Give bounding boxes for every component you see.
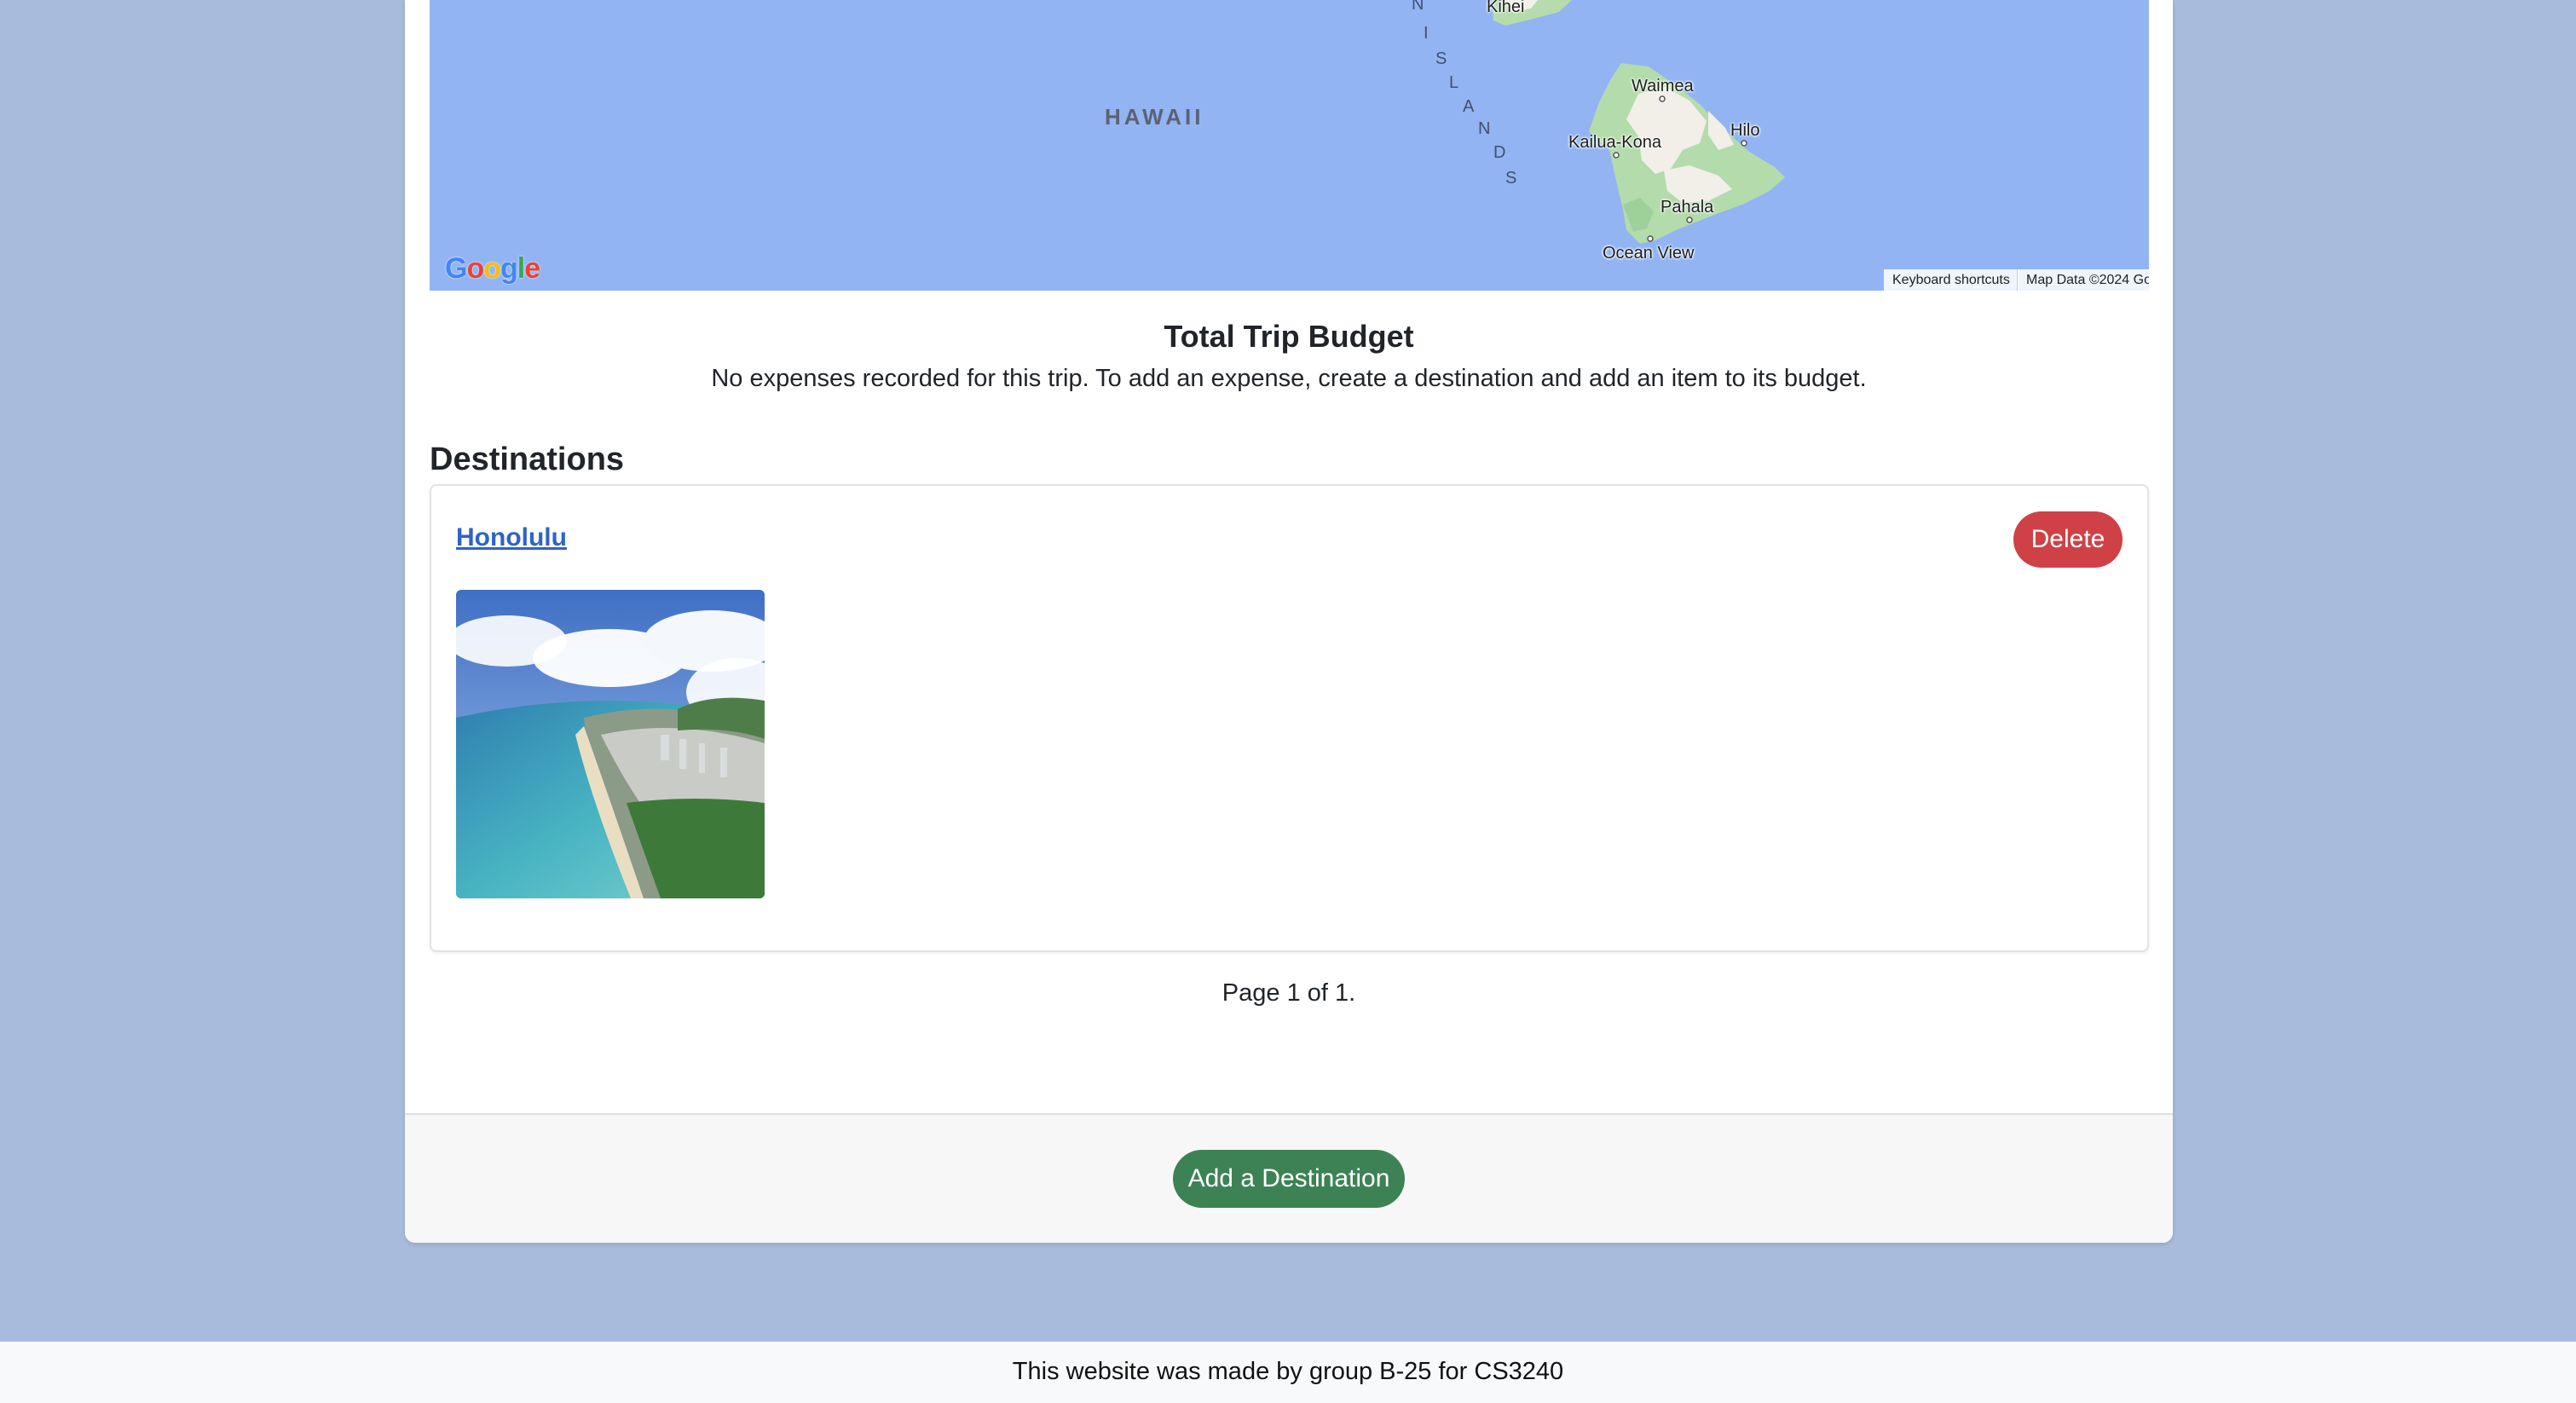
map-place-label: Waimea — [1632, 77, 1694, 95]
site-footer: This website was made by group B-25 for … — [0, 1342, 2576, 1403]
map-place-label: Kailua-Kona — [1568, 133, 1661, 152]
map-region-label: HAWAII — [1105, 104, 1204, 130]
destinations-heading: Destinations — [430, 442, 625, 477]
pagination-status: Page 1 of 1. — [1222, 979, 1356, 1007]
google-logo-letter: l — [517, 252, 526, 285]
budget-title: Total Trip Budget — [1164, 319, 1414, 354]
trip-card-body: HAWAII N I S L A N D S Kihei Waimea Hilo… — [405, 0, 2173, 1113]
google-logo-letter: o — [466, 252, 484, 285]
map-place-label: Ocean View — [1603, 244, 1695, 263]
island-chain-letter: N — [1478, 119, 1493, 138]
destination-link[interactable]: Honolulu — [456, 523, 567, 552]
google-logo-letter: G — [445, 252, 467, 285]
add-destination-button[interactable]: Add a Destination — [1173, 1150, 1405, 1208]
destination-photo-art — [456, 590, 765, 898]
map-place-label: Hilo — [1730, 121, 1760, 140]
budget-empty-message: No expenses recorded for this trip. To a… — [711, 365, 1867, 392]
island-chain-letter: D — [1493, 143, 1508, 162]
destination-photo[interactable] — [456, 590, 765, 898]
destination-card: Honolulu Delete — [430, 484, 2149, 952]
google-logo-letter: o — [483, 252, 501, 285]
trip-card-footer: Add a Destination — [405, 1113, 2173, 1243]
keyboard-shortcuts-link[interactable]: Keyboard shortcuts — [1884, 269, 2019, 291]
trip-map[interactable]: HAWAII N I S L A N D S Kihei Waimea Hilo… — [430, 0, 2149, 291]
island-chain-letter: A — [1463, 97, 1476, 116]
google-logo[interactable]: Google — [445, 252, 540, 286]
island-chain-letter: L — [1449, 73, 1461, 92]
island-chain-letter: S — [1505, 169, 1519, 188]
trip-card: HAWAII N I S L A N D S Kihei Waimea Hilo… — [405, 0, 2173, 1243]
island-chain-letter: S — [1435, 49, 1449, 68]
map-place-label: Kihei — [1487, 0, 1525, 16]
island-chain-letter: N — [1412, 0, 1426, 14]
island-chain-letter: I — [1424, 24, 1430, 43]
map-place-label: Pahala — [1661, 198, 1714, 217]
google-logo-letter: g — [500, 252, 518, 285]
map-land-layer — [1492, 0, 1785, 244]
delete-destination-button[interactable]: Delete — [2013, 511, 2123, 568]
map-data-attribution[interactable]: Map Data ©2024 Goog — [2017, 269, 2149, 291]
google-logo-letter: e — [524, 252, 540, 285]
